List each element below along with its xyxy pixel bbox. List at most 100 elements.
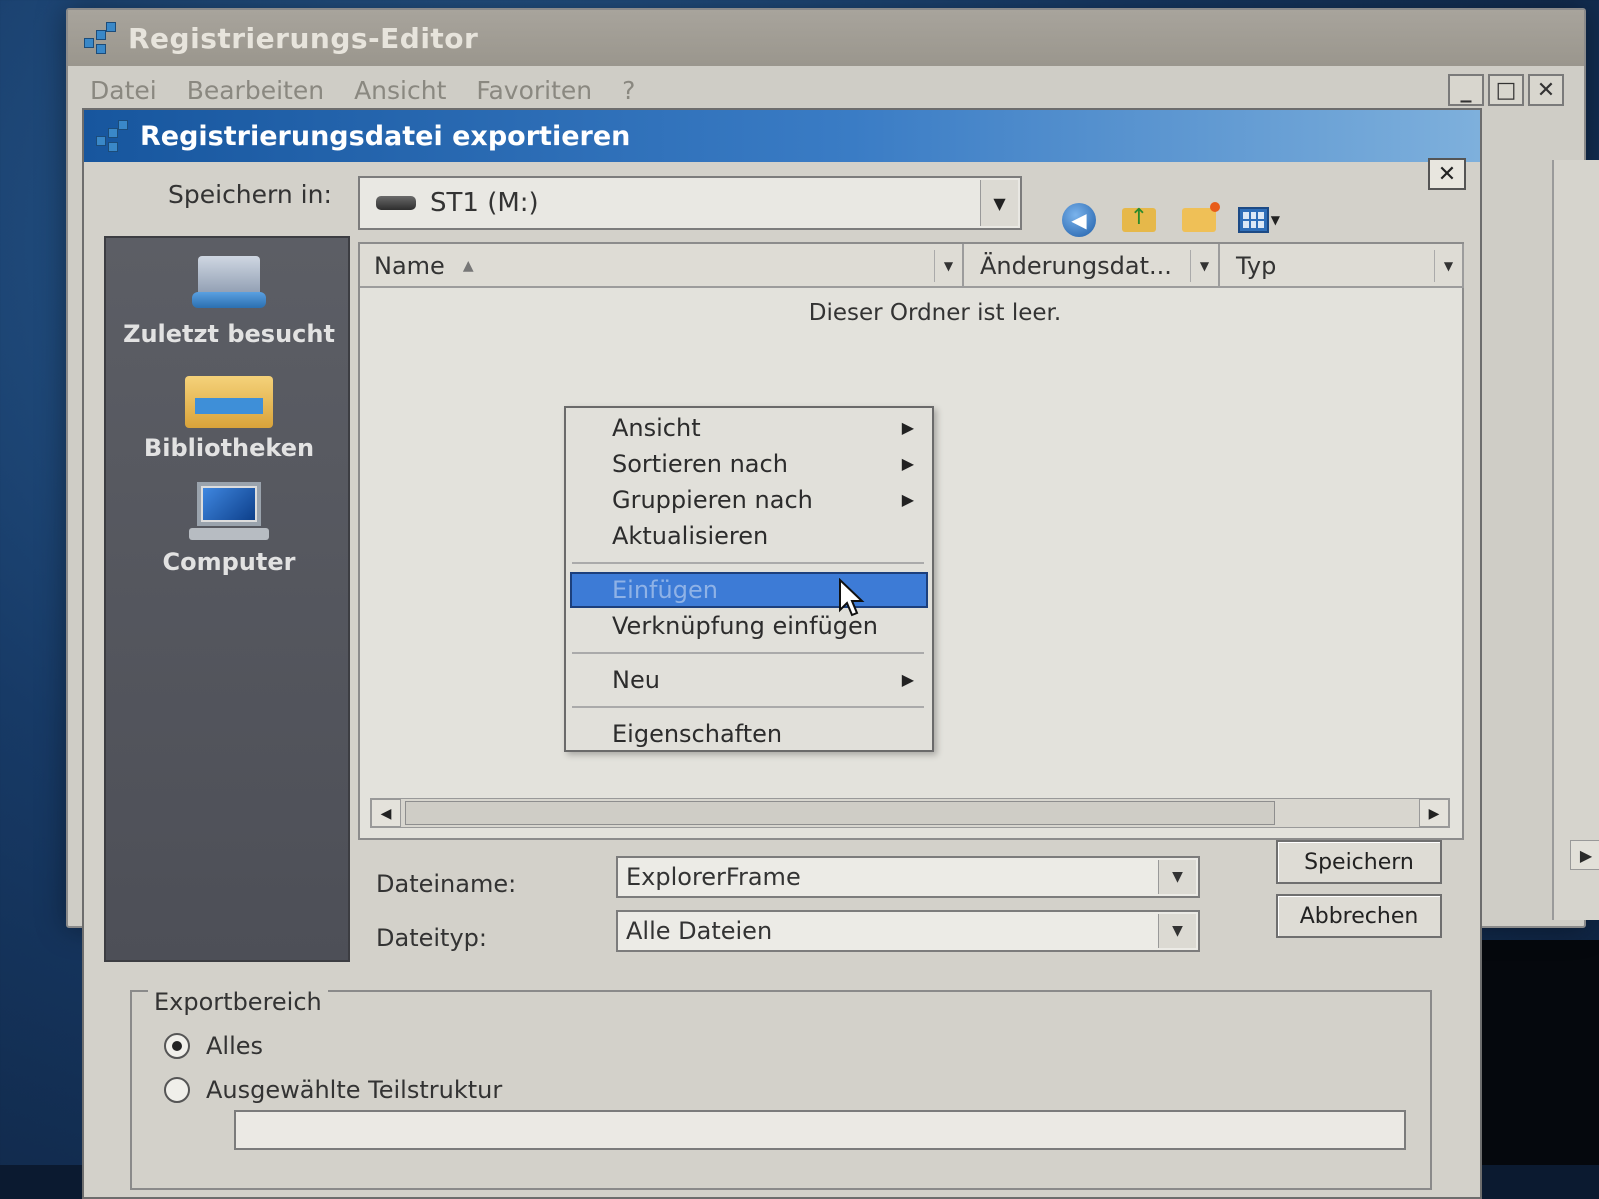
registry-pane-edge: ▶ — [1552, 160, 1599, 920]
column-name-dropdown-icon[interactable]: ▼ — [934, 250, 962, 282]
menu-separator — [572, 652, 924, 654]
menu-bar: Datei Bearbeiten Ansicht Favoriten ? — [68, 66, 1584, 114]
sort-ascending-icon: ▲ — [462, 258, 474, 274]
menu-datei[interactable]: Datei — [90, 76, 157, 105]
filetype-value: Alle Dateien — [626, 917, 773, 945]
column-type-dropdown-icon[interactable]: ▼ — [1434, 250, 1462, 282]
context-item-label: Eigenschaften — [612, 720, 783, 748]
dialog-title-bar[interactable]: Registrierungsdatei exportieren — [84, 110, 1480, 162]
context-item-neu[interactable]: Neu ▶ — [566, 662, 932, 698]
place-recent-label: Zuletzt besucht — [123, 320, 335, 348]
menu-separator — [572, 706, 924, 708]
horizontal-scrollbar[interactable]: ◀ ▶ — [370, 798, 1450, 828]
dialog-title: Registrierungsdatei exportieren — [140, 120, 631, 152]
window-title-bar[interactable]: Registrierungs-Editor — [68, 10, 1584, 66]
context-item-einfuegen[interactable]: Einfügen — [570, 572, 928, 608]
export-dialog: Registrierungsdatei exportieren ✕ Speich… — [82, 108, 1482, 1199]
cancel-button[interactable]: Abbrechen — [1276, 894, 1442, 938]
context-item-label: Aktualisieren — [612, 522, 769, 550]
new-folder-icon — [1182, 202, 1220, 232]
context-item-label: Neu — [612, 666, 660, 694]
back-arrow-icon: ◀ — [1062, 203, 1096, 237]
radio-all[interactable]: Alles — [164, 1032, 263, 1060]
filename-value: ExplorerFrame — [626, 863, 801, 891]
column-type[interactable]: Typ ▼ — [1222, 244, 1464, 288]
menu-ansicht[interactable]: Ansicht — [354, 76, 446, 105]
menu-bearbeiten[interactable]: Bearbeiten — [187, 76, 324, 105]
close-button[interactable]: ✕ — [1528, 74, 1564, 106]
radio-unselected-icon — [164, 1077, 190, 1103]
column-type-label: Typ — [1236, 252, 1277, 280]
context-item-sortieren[interactable]: Sortieren nach ▶ — [566, 446, 932, 482]
caret-down-icon: ▼ — [1270, 213, 1280, 227]
column-name[interactable]: Name ▲ ▼ — [360, 244, 964, 288]
menu-separator — [572, 562, 924, 564]
radio-all-label: Alles — [206, 1032, 264, 1060]
filename-input[interactable]: ExplorerFrame ▼ — [616, 856, 1200, 898]
dialog-close-button[interactable]: ✕ — [1428, 158, 1466, 190]
context-item-label: Einfügen — [612, 576, 718, 604]
scroll-left-icon[interactable]: ◀ — [371, 799, 401, 827]
up-folder-icon: ↑ — [1122, 207, 1156, 232]
up-one-level-button[interactable]: ↑ — [1118, 202, 1160, 238]
context-item-ansicht[interactable]: Ansicht ▶ — [566, 410, 932, 446]
window-controls: _ □ ✕ — [1448, 74, 1564, 106]
chevron-down-icon[interactable]: ▼ — [1158, 860, 1196, 894]
filetype-select[interactable]: Alle Dateien ▼ — [616, 910, 1200, 952]
menu-help[interactable]: ? — [622, 76, 635, 105]
empty-folder-message: Dieser Ordner ist leer. — [808, 300, 1062, 326]
submenu-arrow-icon: ▶ — [901, 490, 914, 509]
mouse-pointer-icon — [839, 578, 865, 617]
column-modified-dropdown-icon[interactable]: ▼ — [1190, 250, 1218, 282]
context-item-aktualisieren[interactable]: Aktualisieren — [566, 518, 932, 554]
computer-icon — [189, 482, 269, 542]
place-computer-label: Computer — [162, 548, 296, 576]
menu-favoriten[interactable]: Favoriten — [476, 76, 592, 105]
submenu-arrow-icon: ▶ — [901, 454, 914, 473]
subtree-path-input[interactable] — [234, 1110, 1406, 1150]
radio-selected-subtree[interactable]: Ausgewählte Teilstruktur — [164, 1076, 502, 1104]
radio-subtree-label: Ausgewählte Teilstruktur — [206, 1076, 503, 1104]
context-item-verknuepfung-einfuegen[interactable]: Verknüpfung einfügen — [566, 608, 932, 644]
context-item-label: Ansicht — [612, 414, 701, 442]
maximize-button[interactable]: □ — [1488, 74, 1524, 106]
column-name-label: Name — [374, 252, 445, 280]
scroll-right-arrow-icon[interactable]: ▶ — [1570, 840, 1599, 870]
context-item-gruppieren[interactable]: Gruppieren nach ▶ — [566, 482, 932, 518]
context-item-label: Sortieren nach — [612, 450, 788, 478]
filename-label: Dateiname: — [376, 870, 517, 898]
scrollbar-thumb[interactable] — [405, 801, 1275, 825]
context-menu: Ansicht ▶ Sortieren nach ▶ Gruppieren nach… — [564, 406, 934, 752]
chevron-down-icon[interactable]: ▼ — [980, 180, 1018, 226]
view-grid-icon — [1238, 207, 1269, 233]
chevron-down-icon[interactable]: ▼ — [1158, 914, 1196, 948]
scroll-right-icon[interactable]: ▶ — [1419, 799, 1449, 827]
save-in-combobox[interactable]: ST1 (M:) ▼ — [358, 176, 1022, 230]
save-button[interactable]: Speichern — [1276, 840, 1442, 884]
place-recent[interactable]: Zuletzt besucht — [106, 252, 352, 348]
place-libraries[interactable]: Bibliotheken — [106, 368, 352, 462]
column-modified-label: Änderungsdat... — [980, 252, 1172, 280]
column-modified[interactable]: Änderungsdat... ▼ — [966, 244, 1220, 288]
context-item-label: Gruppieren nach — [612, 486, 813, 514]
place-computer[interactable]: Computer — [106, 482, 352, 576]
save-in-value: ST1 (M:) — [430, 188, 539, 218]
filetype-label: Dateityp: — [376, 924, 487, 952]
column-header-row: Name ▲ ▼ Änderungsdat... ▼ Typ ▼ — [360, 244, 1464, 288]
submenu-arrow-icon: ▶ — [901, 418, 914, 437]
recent-places-icon — [192, 252, 266, 314]
navigation-toolbar: ◀ ↑ ▼ — [1058, 202, 1280, 238]
registry-editor-icon — [82, 20, 118, 56]
radio-selected-icon — [164, 1033, 190, 1059]
save-in-label: Speichern in: — [168, 180, 332, 209]
export-range-legend: Exportbereich — [148, 988, 328, 1016]
window-title: Registrierungs-Editor — [128, 21, 479, 55]
submenu-arrow-icon: ▶ — [901, 670, 914, 689]
back-button[interactable]: ◀ — [1058, 202, 1100, 238]
drive-icon — [376, 196, 416, 210]
context-item-eigenschaften[interactable]: Eigenschaften — [566, 716, 932, 752]
places-bar: Zuletzt besucht Bibliotheken Computer — [104, 236, 350, 962]
minimize-button[interactable]: _ — [1448, 74, 1484, 106]
view-menu-button[interactable]: ▼ — [1238, 202, 1280, 238]
new-folder-button[interactable] — [1178, 202, 1220, 238]
